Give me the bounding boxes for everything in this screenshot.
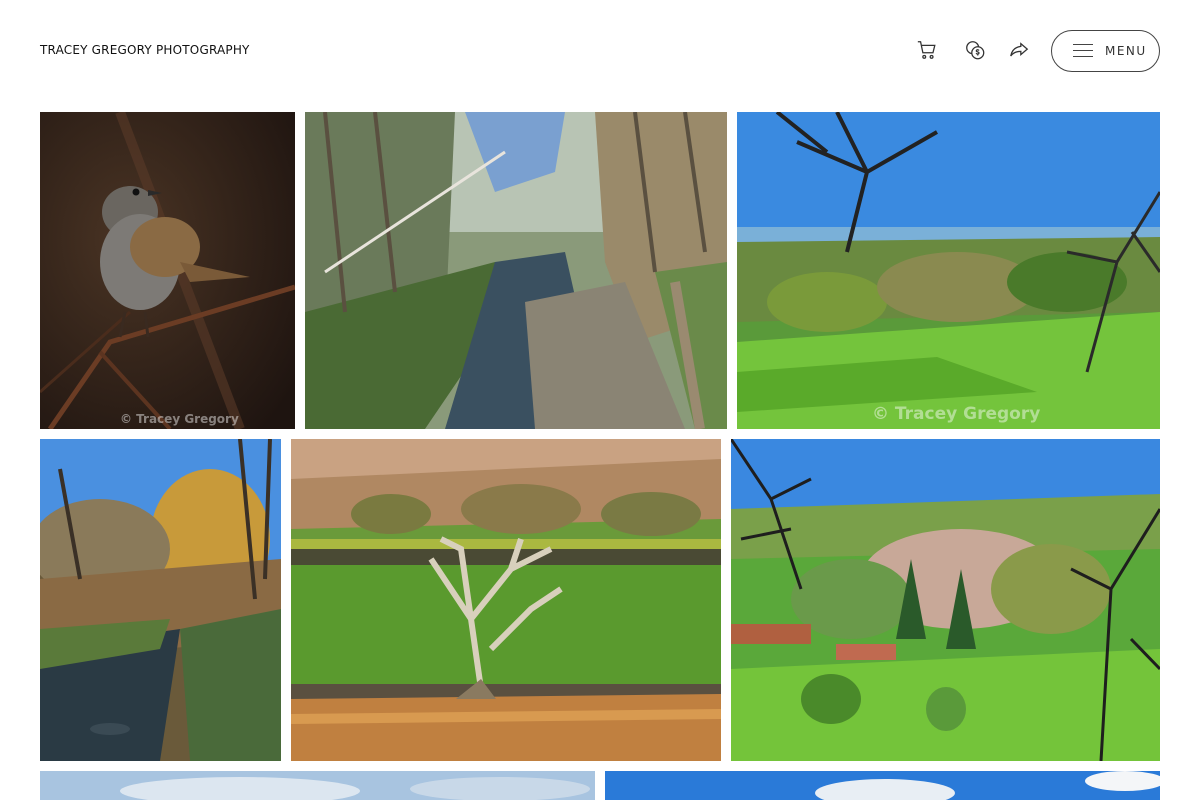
photo-sky-clouds[interactable] bbox=[605, 771, 1160, 800]
watermark-text: © Tracey Gregory bbox=[872, 404, 1041, 424]
menu-button[interactable]: MENU bbox=[1051, 30, 1160, 72]
share-icon[interactable] bbox=[1005, 36, 1033, 64]
photo-sky-landscape[interactable] bbox=[40, 771, 595, 800]
site-title[interactable]: TRACEY GREGORY PHOTOGRAPHY bbox=[40, 43, 250, 57]
watermark-text: © Tracey Gregory bbox=[120, 412, 239, 426]
currency-icon[interactable] bbox=[961, 36, 989, 64]
site-header: TRACEY GREGORY PHOTOGRAPHY MENU bbox=[0, 0, 1200, 100]
menu-label: MENU bbox=[1105, 44, 1147, 58]
photo-dead-tree[interactable] bbox=[291, 439, 721, 761]
cart-icon[interactable] bbox=[913, 36, 941, 64]
hamburger-icon bbox=[1073, 44, 1093, 58]
photo-bird[interactable]: © Tracey Gregory bbox=[40, 112, 295, 429]
photo-valley-village[interactable] bbox=[731, 439, 1160, 761]
photo-green-valley[interactable]: © Tracey Gregory bbox=[737, 112, 1160, 429]
photo-autumn-stream[interactable] bbox=[40, 439, 281, 761]
photo-woodland-stream[interactable] bbox=[305, 112, 727, 429]
